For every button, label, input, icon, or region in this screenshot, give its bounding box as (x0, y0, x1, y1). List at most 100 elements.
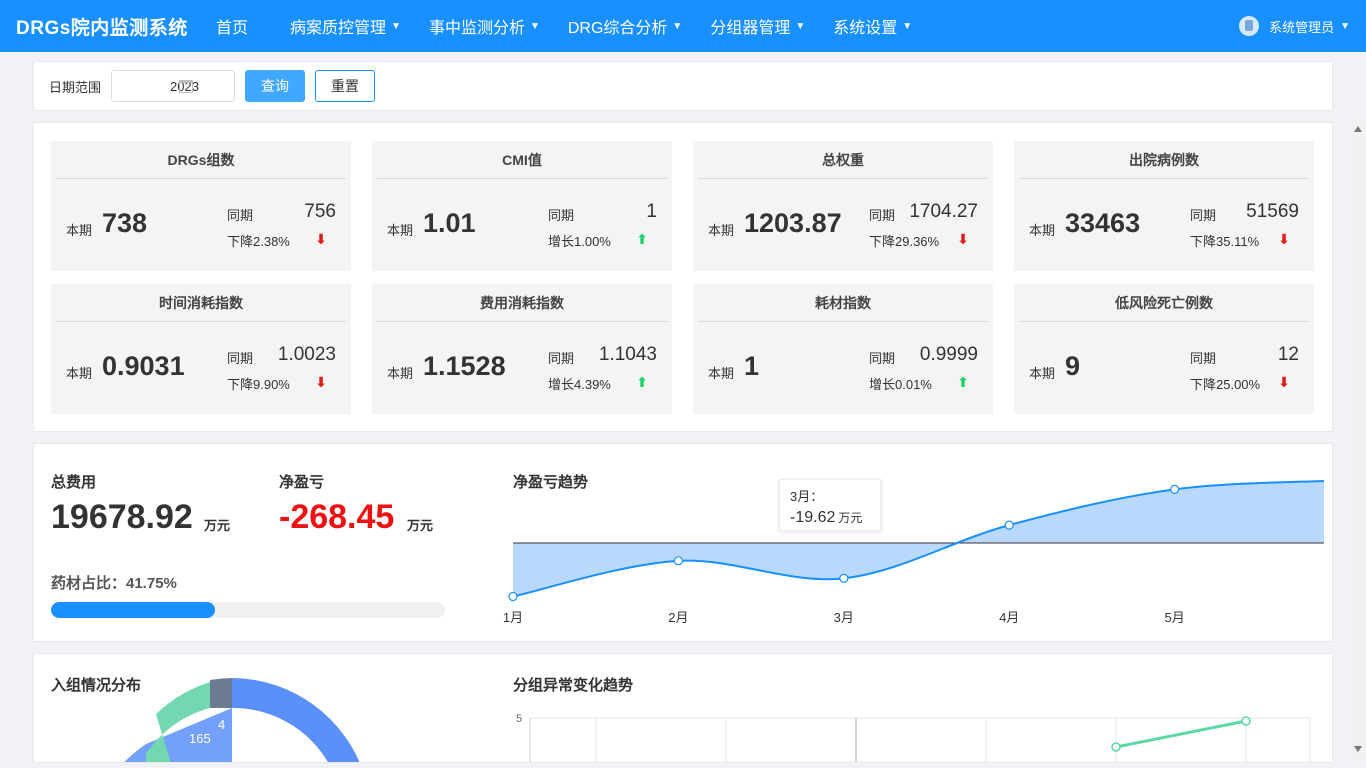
current-period-value: 1 (744, 351, 760, 381)
scrollbar[interactable] (1350, 122, 1366, 758)
chart-tooltip: 3月： -19.62 万元 (779, 479, 881, 531)
caret-down-icon: ▼ (1340, 20, 1350, 32)
nav-home-label: 首页 (216, 20, 249, 37)
same-period-label: 同期 (227, 208, 254, 223)
current-period-label: 本期 (66, 366, 93, 381)
stat-card-title: 耗材指数 (698, 284, 988, 322)
same-period-label: 同期 (548, 208, 575, 223)
tooltip-value: -19.62 (790, 509, 836, 526)
nav-settings-label: 系统设置 (833, 20, 898, 37)
material-ratio-label: 药材占比：41.75% (51, 575, 177, 592)
tooltip-unit: 万元 (838, 511, 863, 525)
nav-monitoring-label: 事中监测分析 (428, 20, 525, 37)
net-profit-label: 净盈亏 (279, 474, 325, 491)
total-cost-value: 19678.92 (51, 498, 193, 536)
change-rate: 下降2.38% (227, 234, 290, 249)
stat-card-title: 时间消耗指数 (56, 284, 346, 322)
nav-drg-analysis-label: DRG综合分析 (567, 20, 668, 37)
x-axis-tick-label: 1月 (503, 610, 523, 625)
stat-card-title: 出院病例数 (1019, 141, 1309, 179)
query-button[interactable]: 查询 (245, 70, 306, 102)
donut-label-4: 4 (218, 717, 225, 732)
current-period-label: 本期 (1029, 366, 1056, 381)
x-axis-tick-label: 2月 (668, 610, 688, 625)
arrow-up-icon: ⬆ (957, 374, 969, 390)
nav-monitoring[interactable]: 事中监测分析 ▼ (415, 0, 554, 52)
trend-point[interactable] (1169, 484, 1180, 494)
material-ratio-progress (51, 602, 445, 618)
current-period-value: 738 (102, 208, 148, 238)
change-rate: 下降35.11% (1190, 234, 1260, 249)
nav-grouper-label: 分组器管理 (710, 20, 791, 37)
scroll-down-icon[interactable] (1354, 746, 1362, 752)
arrow-up-icon: ⬆ (636, 231, 648, 247)
arrow-down-icon: ⬇ (1278, 231, 1290, 247)
caret-down-icon: ▼ (672, 20, 683, 32)
stat-card-title: CMI值 (377, 141, 667, 179)
same-period-value: 51569 (1246, 201, 1299, 222)
filter-bar: 日期范围 2023 查询 重置 (33, 61, 1333, 111)
change-rate: 增长4.39% (548, 377, 611, 392)
same-period-label: 同期 (869, 351, 896, 366)
scroll-up-icon[interactable] (1354, 126, 1362, 132)
same-period-label: 同期 (548, 351, 575, 366)
avatar (1239, 16, 1260, 36)
user-menu[interactable]: 系统管理员 ▼ (1239, 0, 1350, 52)
same-period-label: 同期 (1190, 351, 1217, 366)
stat-card: 低风险死亡例数 本期 9 同期 12 下降25.00% ⬇ (1014, 284, 1314, 414)
same-period-value: 12 (1277, 344, 1299, 365)
x-axis-tick-label: 3月 (834, 610, 854, 625)
change-rate: 增长0.01% (869, 377, 932, 392)
nav-case-quality[interactable]: 病案质控管理 ▼ (276, 0, 415, 52)
nav-settings[interactable]: 系统设置 ▼ (819, 0, 926, 52)
nav-drg-analysis[interactable]: DRG综合分析 ▼ (554, 0, 696, 52)
nav-home[interactable]: 首页 (200, 0, 276, 52)
trend-point[interactable] (839, 573, 849, 583)
arrow-down-icon: ⬇ (315, 374, 327, 390)
arrow-down-icon: ⬇ (315, 231, 327, 247)
user-name: 系统管理员 (1269, 19, 1335, 35)
caret-down-icon: ▼ (529, 20, 540, 32)
date-range-input[interactable]: 2023 (111, 70, 236, 102)
bottom-charts: 165 4 5 (124, 678, 1311, 763)
current-period-label: 本期 (387, 223, 414, 238)
arrow-down-icon: ⬇ (957, 231, 969, 247)
same-period-value: 1704.27 (909, 201, 978, 222)
stat-card: CMI值 本期 1.01 同期 1 增长1.00% ⬆ (372, 141, 672, 271)
calendar-icon (179, 80, 194, 93)
trend-area (513, 481, 1324, 597)
same-period-value: 1.0023 (277, 344, 336, 365)
change-rate: 下降9.90% (227, 377, 290, 392)
trend-point[interactable] (1004, 520, 1014, 530)
current-period-value: 1.01 (423, 208, 476, 238)
reset-button[interactable]: 重置 (315, 70, 376, 102)
stat-card: 时间消耗指数本期 0.9031 同期 1.0023 下降9.90% ⬇ (51, 284, 351, 414)
same-period-value: 756 (304, 201, 336, 222)
abnormal-series-line (1115, 719, 1247, 749)
donut-slice-main[interactable] (232, 678, 364, 763)
same-period-value: 1.1043 (598, 344, 657, 365)
current-period-label: 本期 (1029, 223, 1056, 238)
stat-card: 出院病例数 本期 33463 同期 51569 下降35.11% ⬇ (1014, 141, 1314, 271)
trend-point[interactable] (673, 556, 683, 566)
caret-down-icon: ▼ (902, 20, 913, 32)
current-period-value: 1.1528 (423, 351, 506, 381)
current-period-label: 本期 (708, 223, 735, 238)
same-period-value: 0.9999 (919, 344, 978, 365)
current-period-value: 0.9031 (102, 351, 185, 381)
stats-panel: DRGs组数 本期 738 同期 756 下降2.38% ⬇ CMI值 本期 1.01 同期 1 增长1… (33, 122, 1333, 432)
bottom-panel: 入组情况分布 分组异常变化趋势 165 4 5 (33, 653, 1333, 763)
stat-card: 费用消耗指数 本期 1.1528 同期 1.1043 增长4.39% ⬆ (372, 284, 672, 414)
change-rate: 下降29.36% (869, 234, 940, 249)
same-period-label: 同期 (227, 351, 254, 366)
donut-slice-4[interactable] (210, 678, 232, 708)
abnormal-point[interactable] (1241, 716, 1251, 726)
total-cost-label: 总费用 (51, 474, 97, 491)
stat-card: 耗材指数 本期 1 同期 0.9999 增长0.01% ⬆ (693, 284, 993, 414)
nav-grouper[interactable]: 分组器管理 ▼ (696, 0, 819, 52)
stat-card-title: 低风险死亡例数 (1019, 284, 1309, 322)
total-cost-unit: 万元 (204, 518, 231, 533)
current-period-label: 本期 (387, 366, 414, 381)
trend-point[interactable] (508, 591, 518, 602)
abnormal-point[interactable] (1111, 742, 1121, 752)
